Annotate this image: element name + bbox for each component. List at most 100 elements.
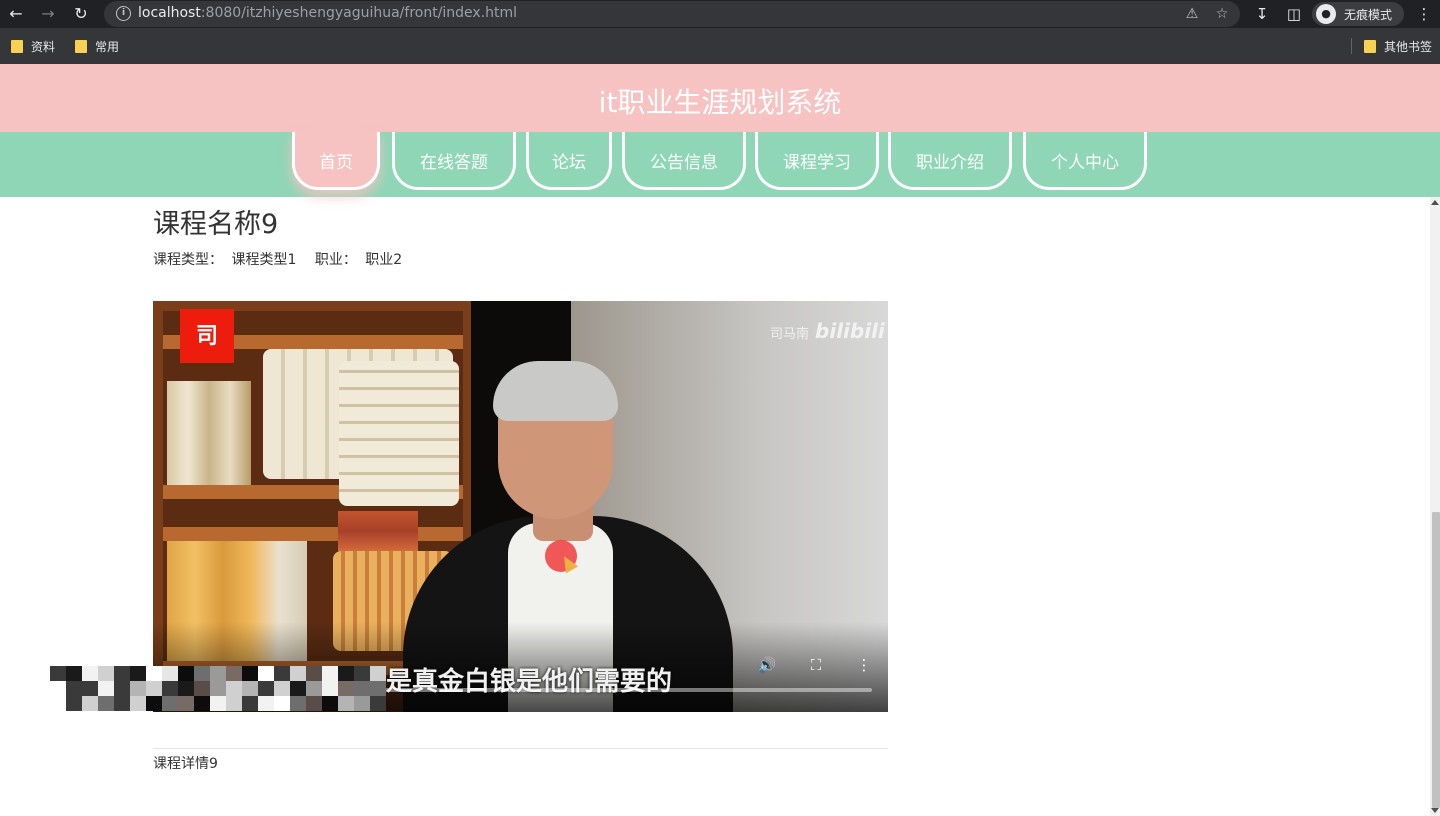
url-text[interactable]: localhost:8080/itzhiyeshengyaguihua/fron… — [138, 5, 517, 21]
mosaic-cell — [290, 666, 306, 681]
mosaic-cell — [354, 681, 370, 696]
mosaic-cell — [66, 696, 82, 711]
bookmark-folder-other[interactable]: 其他书签 — [1364, 38, 1432, 54]
site-title: it职业生涯规划系统 — [598, 86, 842, 119]
mosaic-cell — [322, 666, 338, 681]
mosaic-cell — [98, 696, 114, 711]
scrollbar-thumb[interactable] — [1432, 512, 1440, 808]
mosaic-cell — [210, 666, 226, 681]
books — [167, 381, 251, 485]
more-menu-icon[interactable]: ⋮ — [1414, 4, 1434, 24]
incognito-label: 无痕模式 — [1344, 8, 1393, 22]
content-divider — [153, 748, 888, 749]
nav-item-announcements[interactable]: 公告信息 — [622, 132, 746, 190]
browser-toolbar: ← → ↻ i localhost:8080/itzhiyeshengyagui… — [0, 0, 1440, 28]
mosaic-cell — [258, 681, 274, 696]
course-video-player[interactable]: 司 司马南 bilibili 是真金白银是他们需要的 🔊 ⛶ ⋮ — [153, 301, 888, 712]
mosaic-cell — [354, 696, 370, 711]
course-title: 课程名称9 — [153, 209, 279, 240]
star-bookmark-icon[interactable]: ☆ — [1212, 4, 1232, 24]
watermark-name: 司马南 — [770, 327, 810, 342]
mosaic-cell — [162, 696, 178, 711]
incognito-icon: ● — [1316, 4, 1336, 24]
video-person-hair — [493, 361, 618, 421]
mosaic-cell — [370, 696, 386, 711]
mosaic-cell — [226, 666, 242, 681]
course-detail: 课程详情9 — [153, 756, 218, 772]
mosaic-cell — [242, 681, 258, 696]
blocked-popup-icon[interactable]: ⚠ — [1182, 4, 1202, 24]
mosaic-cell — [370, 681, 386, 696]
site-header: it职业生涯规划系统 — [0, 64, 1440, 132]
mosaic-cell — [146, 696, 162, 711]
mosaic-cell — [274, 681, 290, 696]
mosaic-cell — [306, 696, 322, 711]
mosaic-cell — [290, 681, 306, 696]
mosaic-cell — [354, 666, 370, 681]
side-panel-icon[interactable]: ◫ — [1284, 4, 1304, 24]
mosaic-cell — [210, 681, 226, 696]
download-icon[interactable]: ↧ — [1252, 4, 1272, 24]
bookmark-label: 资料 — [31, 39, 56, 54]
mosaic-cell — [258, 666, 274, 681]
mosaic-cell — [338, 681, 354, 696]
course-meta: 课程类型： 课程类型1 职业： 职业2 — [153, 249, 406, 269]
forward-arrow-icon[interactable]: → — [38, 4, 58, 24]
mosaic-cell — [210, 696, 226, 711]
nav-item-home[interactable]: 首页 — [292, 132, 380, 190]
mosaic-cell — [194, 681, 210, 696]
incognito-indicator[interactable]: ● 无痕模式 — [1312, 2, 1404, 26]
video-subtitle: 是真金白银是他们需要的 — [386, 667, 673, 697]
mosaic-cell — [226, 681, 242, 696]
mosaic-cell — [162, 666, 178, 681]
pixelated-redaction — [50, 666, 386, 712]
nav-item-careers[interactable]: 职业介绍 — [888, 132, 1012, 190]
mosaic-cell — [50, 666, 66, 681]
mosaic-cell — [146, 666, 162, 681]
mosaic-cell — [66, 681, 82, 696]
url-host: localhost — [138, 5, 201, 21]
mosaic-cell — [194, 666, 210, 681]
bookmark-label: 常用 — [95, 39, 120, 54]
mosaic-cell — [146, 681, 162, 696]
mosaic-cell — [242, 666, 258, 681]
volume-icon[interactable]: 🔊 — [757, 655, 777, 675]
nav-item-profile[interactable]: 个人中心 — [1023, 132, 1147, 190]
back-arrow-icon[interactable]: ← — [6, 4, 26, 24]
job-value: 职业2 — [365, 252, 403, 268]
mosaic-cell — [274, 666, 290, 681]
mosaic-cell — [290, 696, 306, 711]
mosaic-cell — [178, 696, 194, 711]
folder-icon — [75, 39, 87, 53]
scroll-up-arrow-icon[interactable] — [1431, 200, 1439, 205]
nav-item-courses[interactable]: 课程学习 — [755, 132, 879, 190]
info-icon[interactable]: i — [116, 6, 131, 21]
books — [338, 511, 418, 551]
video-progress-bar[interactable] — [385, 688, 872, 692]
address-bar[interactable]: i localhost:8080/itzhiyeshengyaguihua/fr… — [104, 1, 1240, 27]
folder-icon — [11, 39, 23, 53]
video-more-icon[interactable]: ⋮ — [854, 655, 874, 675]
url-path: :8080/itzhiyeshengyaguihua/front/index.h… — [200, 5, 518, 21]
reload-icon[interactable]: ↻ — [71, 4, 91, 24]
mosaic-cell — [50, 681, 66, 696]
watermark-brand: bilibili — [815, 319, 885, 343]
mosaic-cell — [98, 666, 114, 681]
nav-item-online-quiz[interactable]: 在线答题 — [392, 132, 516, 190]
fullscreen-icon[interactable]: ⛶ — [806, 655, 826, 675]
mosaic-cell — [338, 696, 354, 711]
mosaic-cell — [82, 681, 98, 696]
mosaic-cell — [178, 681, 194, 696]
mosaic-cell — [370, 666, 386, 681]
folder-icon — [1364, 39, 1376, 53]
scroll-down-arrow-icon[interactable] — [1431, 808, 1439, 813]
nav-item-forum[interactable]: 论坛 — [526, 132, 612, 190]
channel-logo: 司 — [180, 309, 234, 363]
bookmark-folder-ziliao[interactable]: 资料 — [11, 38, 55, 54]
bookmark-folder-changyong[interactable]: 常用 — [75, 38, 119, 54]
mosaic-cell — [114, 696, 130, 711]
mosaic-cell — [82, 666, 98, 681]
mosaic-cell — [162, 681, 178, 696]
mosaic-cell — [130, 666, 146, 681]
mosaic-cell — [178, 666, 194, 681]
